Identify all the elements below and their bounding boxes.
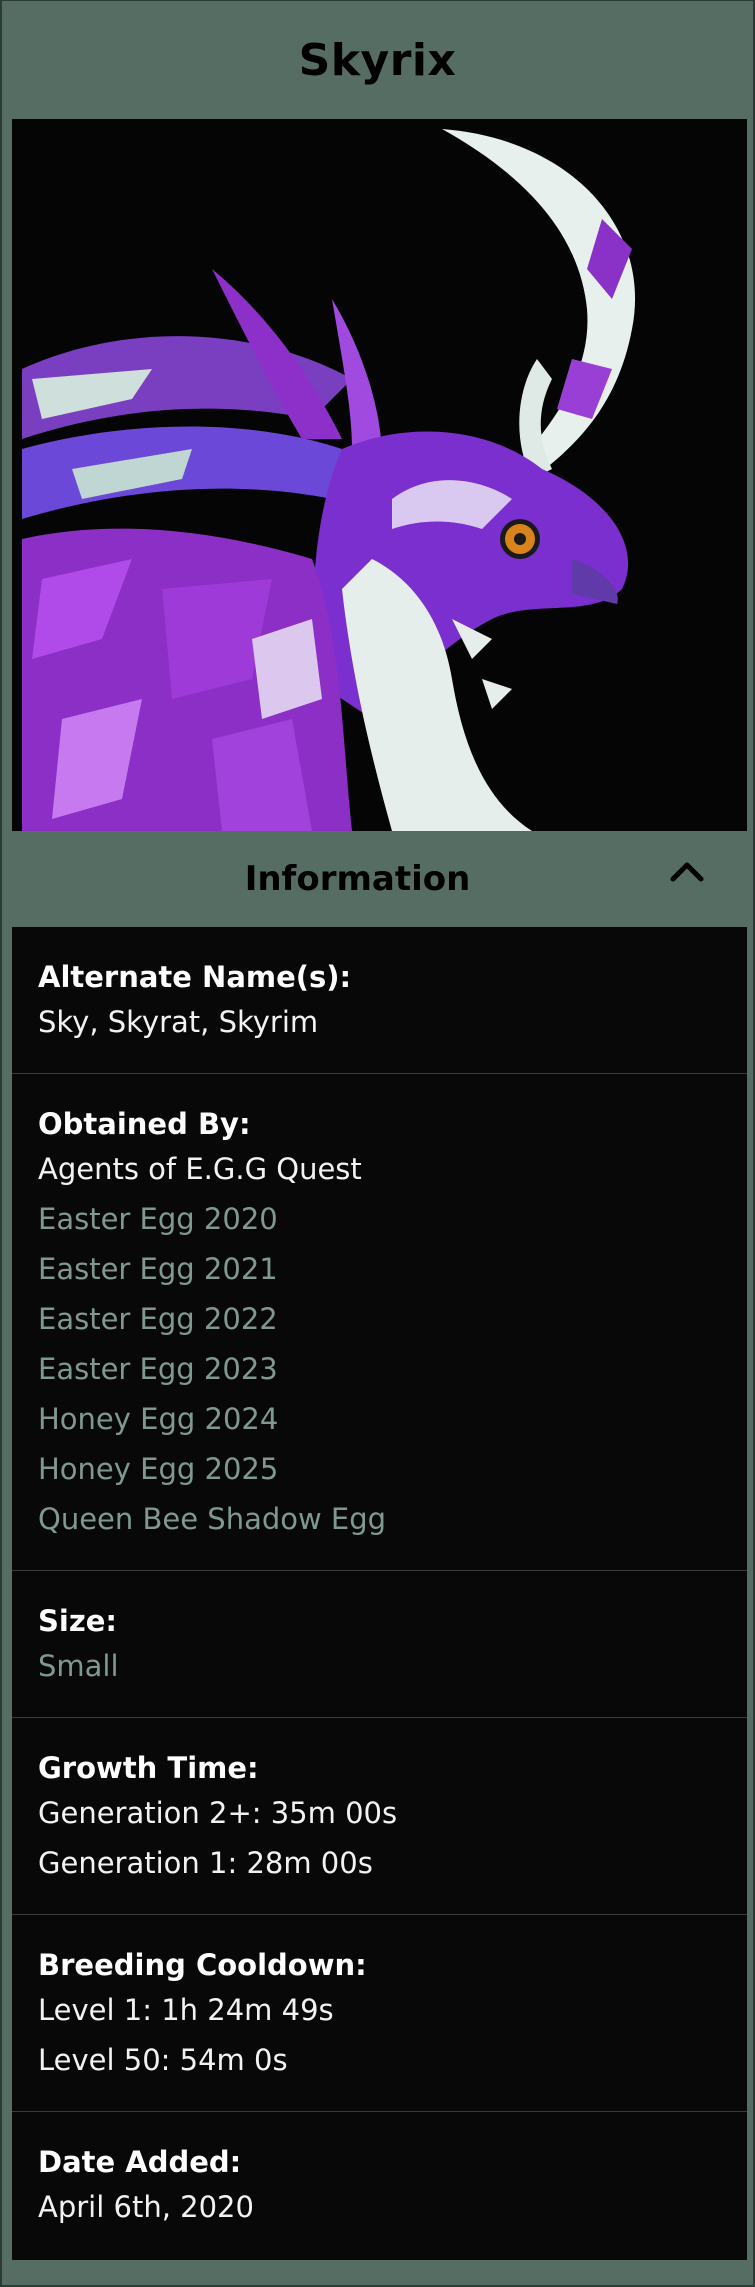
obtained-link[interactable]: Easter Egg 2020 bbox=[38, 1194, 721, 1244]
row-value: April 6th, 2020 bbox=[38, 2190, 254, 2224]
size-link[interactable]: Small bbox=[38, 1641, 721, 1691]
infobox: Skyrix Information Alternate Name(s): Sk… bbox=[0, 0, 755, 2287]
obtained-plain: Agents of E.G.G Quest bbox=[38, 1152, 362, 1186]
row-size: Size: Small bbox=[12, 1571, 747, 1718]
row-breeding-cooldown: Breeding Cooldown: Level 1: 1h 24m 49s L… bbox=[12, 1915, 747, 2112]
row-obtained-by: Obtained By: Agents of E.G.G Quest Easte… bbox=[12, 1074, 747, 1571]
obtained-link[interactable]: Easter Egg 2021 bbox=[38, 1244, 721, 1294]
section-title: Information bbox=[244, 859, 471, 899]
chevron-up-icon[interactable] bbox=[669, 857, 705, 885]
title-bar: Skyrix bbox=[2, 1, 753, 119]
dragon-image bbox=[12, 119, 747, 831]
obtained-link[interactable]: Queen Bee Shadow Egg bbox=[38, 1494, 721, 1544]
row-label: Size: bbox=[38, 1604, 117, 1638]
row-label: Date Added: bbox=[38, 2145, 242, 2179]
row-value: Generation 1: 28m 00s bbox=[38, 1846, 373, 1880]
row-label: Alternate Name(s): bbox=[38, 960, 352, 994]
row-value: Sky, Skyrat, Skyrim bbox=[38, 1005, 319, 1039]
row-label: Obtained By: bbox=[38, 1107, 251, 1141]
row-value: Level 1: 1h 24m 49s bbox=[38, 1993, 334, 2027]
information-section-header[interactable]: Information bbox=[2, 831, 753, 927]
row-label: Breeding Cooldown: bbox=[38, 1948, 367, 1982]
row-value: Level 50: 54m 0s bbox=[38, 2043, 288, 2077]
obtained-link[interactable]: Easter Egg 2023 bbox=[38, 1344, 721, 1394]
obtained-link[interactable]: Honey Egg 2024 bbox=[38, 1394, 721, 1444]
information-rows: Alternate Name(s): Sky, Skyrat, Skyrim O… bbox=[12, 927, 747, 2260]
row-growth-time: Growth Time: Generation 2+: 35m 00s Gene… bbox=[12, 1718, 747, 1915]
page-title: Skyrix bbox=[298, 34, 457, 86]
row-label: Growth Time: bbox=[38, 1751, 259, 1785]
row-value: Generation 2+: 35m 00s bbox=[38, 1796, 398, 1830]
row-date-added: Date Added: April 6th, 2020 bbox=[12, 2112, 747, 2260]
obtained-link[interactable]: Honey Egg 2025 bbox=[38, 1444, 721, 1494]
dragon-illustration bbox=[12, 119, 747, 831]
obtained-link[interactable]: Easter Egg 2022 bbox=[38, 1294, 721, 1344]
row-alternate-names: Alternate Name(s): Sky, Skyrat, Skyrim bbox=[12, 927, 747, 1074]
